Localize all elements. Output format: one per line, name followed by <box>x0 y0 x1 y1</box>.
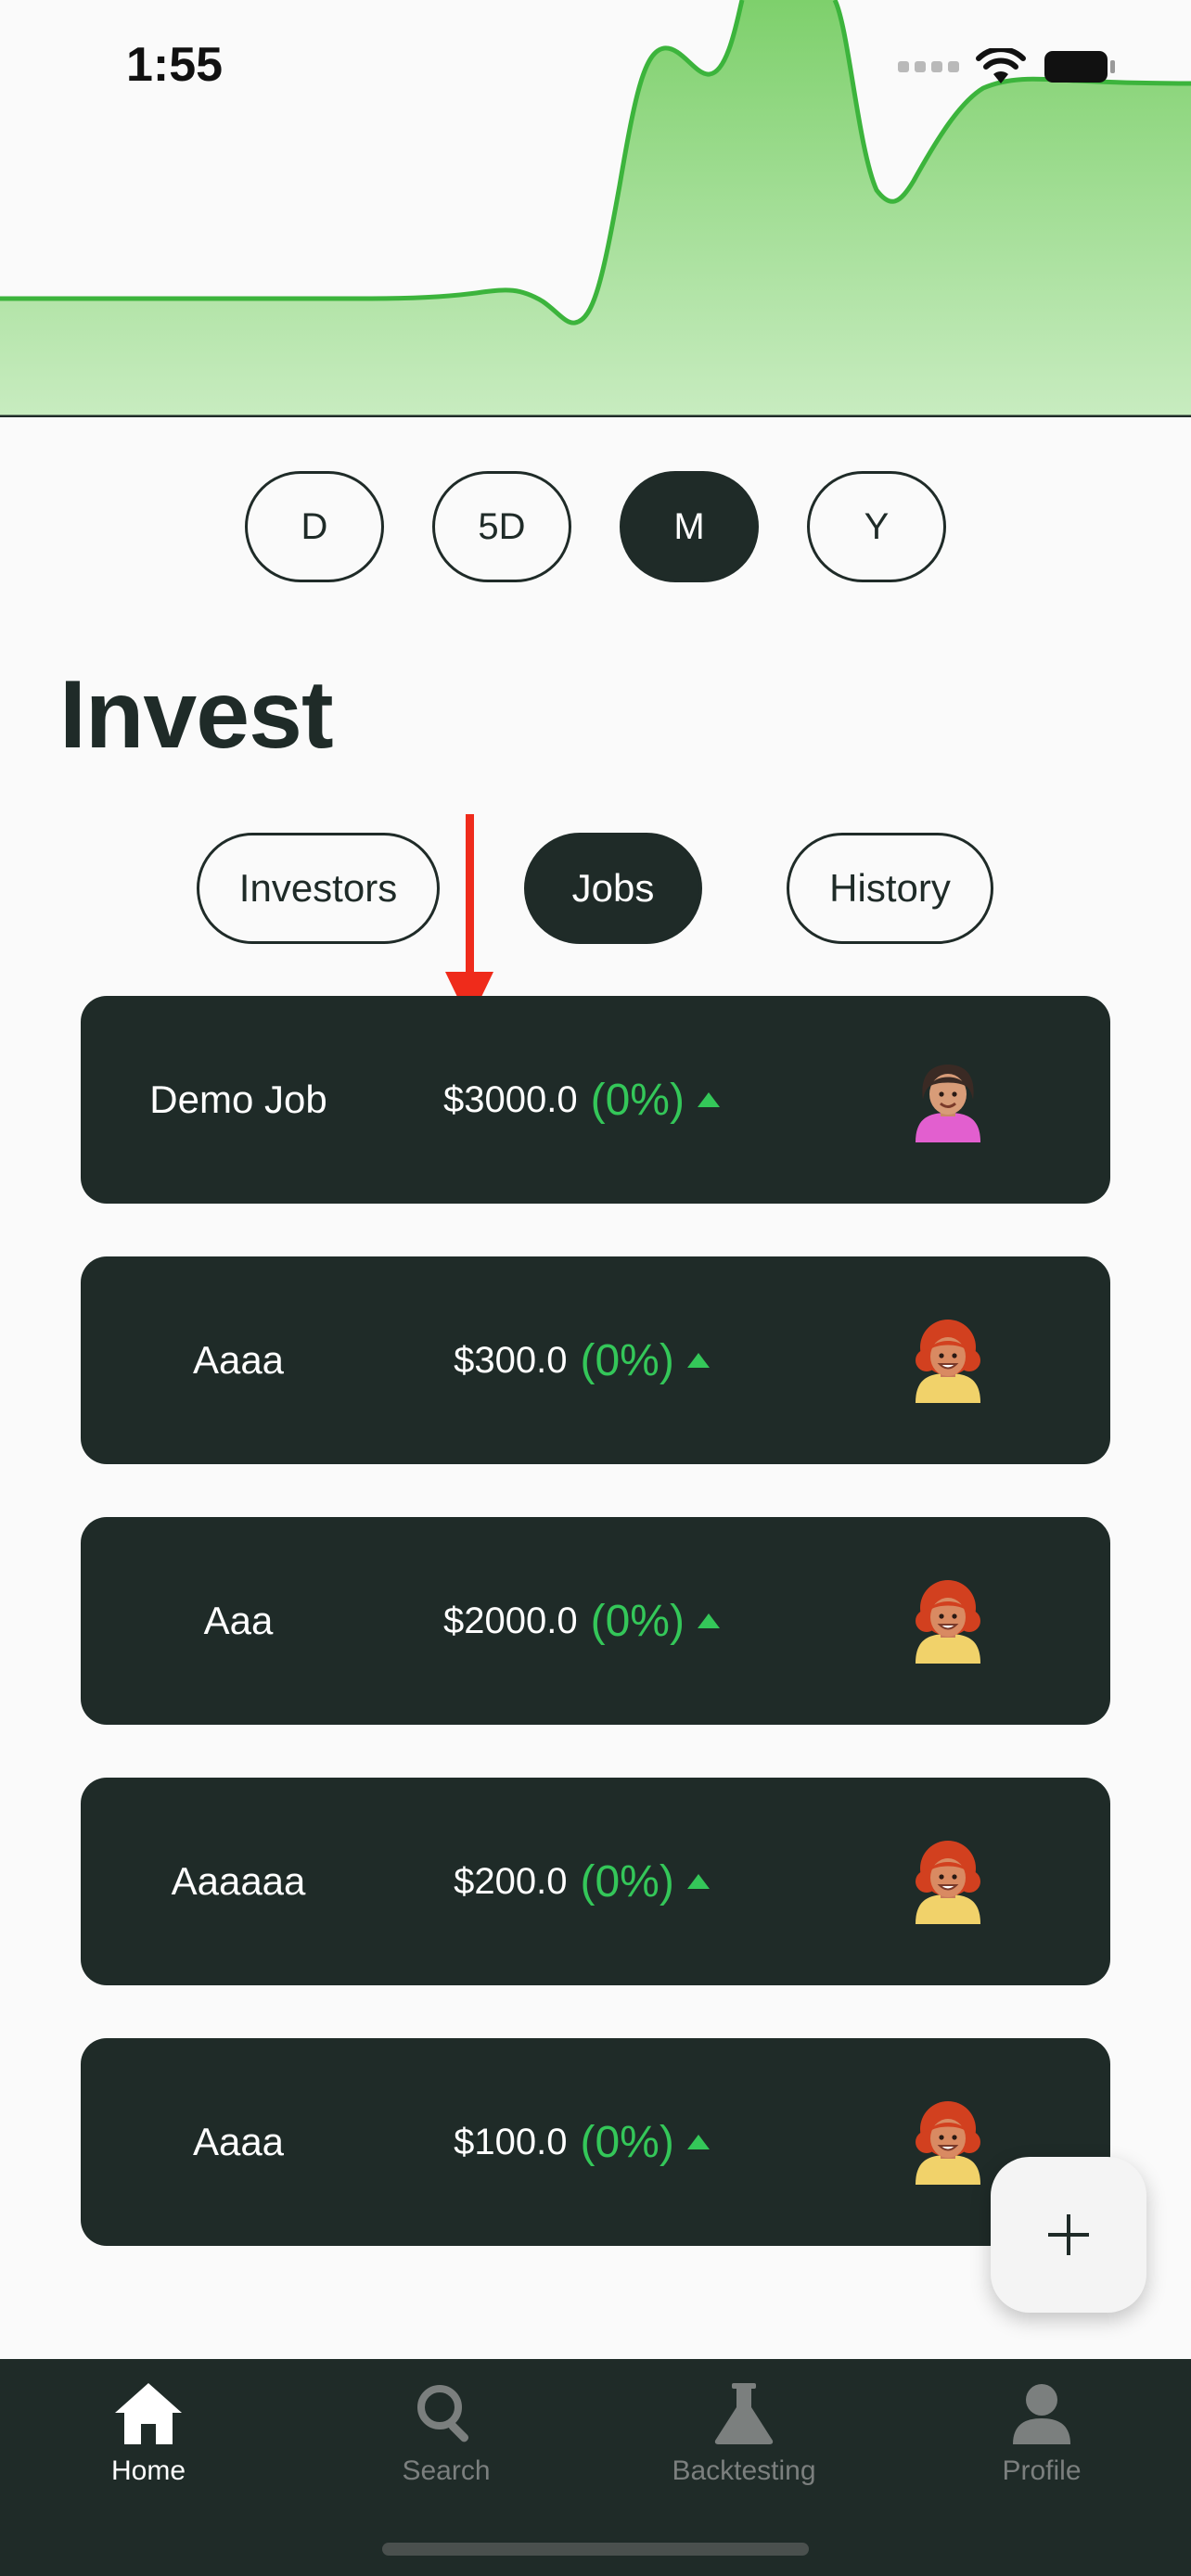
invest-screen: 1:55 D 5D M Y Invest Investors Jobs Hist… <box>0 0 1191 2576</box>
job-value: $100.0 (0%) <box>359 2038 804 2246</box>
job-change: (0%) <box>580 1335 674 1385</box>
battery-icon <box>1044 51 1115 83</box>
home-icon <box>115 2383 182 2444</box>
job-name: Aaa <box>203 1599 274 1642</box>
job-change: (0%) <box>580 2117 674 2167</box>
trend-up-icon <box>686 2135 710 2149</box>
flask-icon <box>714 2383 774 2444</box>
job-change: (0%) <box>590 1596 685 1646</box>
nav-search[interactable]: Search <box>298 2381 595 2487</box>
page-title: Invest <box>59 661 334 769</box>
job-card[interactable]: Demo Job $3000.0 (0%) <box>81 996 1110 1204</box>
job-card[interactable]: Aaaaaa $200.0 (0%) <box>81 1778 1110 1985</box>
job-card[interactable]: Aaaa $100.0 (0%) <box>81 2038 1110 2246</box>
range-day-button[interactable]: D <box>245 471 384 582</box>
home-indicator <box>382 2543 809 2556</box>
trend-up-icon <box>686 1874 710 1889</box>
plus-icon <box>1048 2214 1089 2255</box>
search-icon <box>417 2385 469 2442</box>
nav-label: Backtesting <box>672 2455 816 2486</box>
status-time: 1:55 <box>126 38 224 92</box>
time-range-selector: D 5D M Y <box>0 471 1191 582</box>
job-value: $200.0 (0%) <box>359 1778 804 1985</box>
job-value: $3000.0 (0%) <box>359 996 804 1204</box>
woman-dark-hair-avatar <box>916 1065 980 1142</box>
annotation-arrow <box>445 814 493 1022</box>
job-change: (0%) <box>580 1856 674 1906</box>
job-amount: $3000.0 <box>443 1078 578 1120</box>
woman-red-hair-avatar <box>916 1320 980 1403</box>
job-value: $2000.0 (0%) <box>359 1517 804 1725</box>
job-name: Aaaa <box>192 1338 285 1382</box>
person-icon <box>1013 2384 1070 2444</box>
nav-home[interactable]: Home <box>0 2381 297 2487</box>
job-amount: $2000.0 <box>443 1600 578 1641</box>
nav-backtesting[interactable]: Backtesting <box>596 2381 892 2487</box>
nav-profile[interactable]: Profile <box>893 2381 1190 2487</box>
job-change: (0%) <box>590 1075 685 1125</box>
job-name: Aaaaaa <box>171 1859 306 1903</box>
tab-investors[interactable]: Investors <box>197 833 440 944</box>
wifi-icon <box>976 48 1026 83</box>
woman-red-hair-avatar <box>916 1580 980 1664</box>
range-year-button[interactable]: Y <box>807 471 946 582</box>
woman-red-hair-avatar <box>916 1841 980 1924</box>
woman-red-hair-avatar <box>916 2101 980 2185</box>
range-5day-button[interactable]: 5D <box>432 471 571 582</box>
nav-label: Profile <box>1002 2455 1082 2486</box>
job-value: $300.0 (0%) <box>359 1256 804 1464</box>
invest-tabs: Investors Jobs History <box>0 833 1191 944</box>
job-name: Demo Job <box>149 1078 327 1121</box>
job-card[interactable]: Aaaa $300.0 (0%) <box>81 1256 1110 1464</box>
trend-up-icon <box>697 1092 720 1107</box>
job-amount: $300.0 <box>454 1339 568 1381</box>
add-job-button[interactable] <box>991 2157 1146 2313</box>
nav-label: Home <box>110 2455 186 2486</box>
tab-history[interactable]: History <box>787 833 993 944</box>
range-month-button[interactable]: M <box>620 471 759 582</box>
trend-up-icon <box>697 1613 720 1628</box>
cellular-signal-icon <box>898 61 959 72</box>
trend-up-icon <box>686 1353 710 1368</box>
job-amount: $100.0 <box>454 2121 568 2162</box>
jobs-list: Demo Job $3000.0 (0%) Aaaa $300.0 (0%) A… <box>81 996 1110 2299</box>
tab-jobs[interactable]: Jobs <box>524 833 702 944</box>
job-card[interactable]: Aaa $2000.0 (0%) <box>81 1517 1110 1725</box>
job-name: Aaaa <box>192 2120 285 2163</box>
job-amount: $200.0 <box>454 1860 568 1902</box>
status-indicators <box>898 48 1117 85</box>
nav-label: Search <box>402 2455 491 2486</box>
